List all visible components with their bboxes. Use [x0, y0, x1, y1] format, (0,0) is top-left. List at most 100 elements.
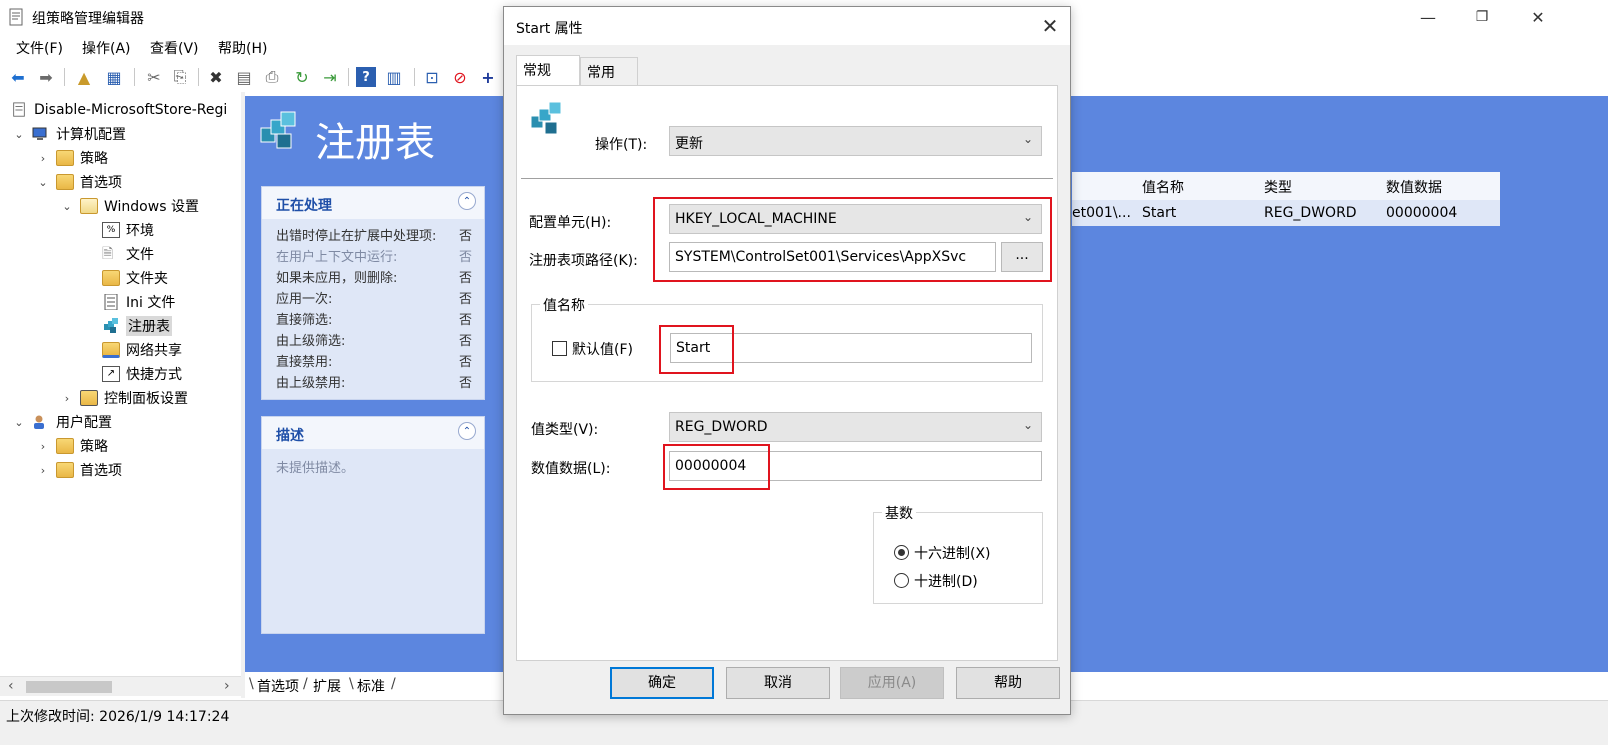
tab-extended[interactable]: 扩展	[313, 676, 341, 696]
value-data-label: 数值数据(L):	[531, 461, 611, 477]
tree-computer-config[interactable]: ⌄ 计算机配置	[12, 122, 126, 146]
action-dropdown[interactable]: 更新 ⌄	[669, 126, 1042, 156]
tree-user-config-label: 用户配置	[56, 415, 112, 431]
chevron-right-icon[interactable]: ›	[36, 440, 50, 453]
list-cell-data: 00000004	[1386, 205, 1458, 221]
tree-root[interactable]: Disable-MicrosoftStore-Regi	[10, 98, 227, 122]
tree-preferences[interactable]: ⌄ 首选项	[36, 170, 122, 194]
chevron-right-icon[interactable]: ›	[36, 152, 50, 165]
tree-folders[interactable]: 文件夹	[102, 266, 168, 290]
open-folder-icon	[80, 198, 98, 214]
apply-button[interactable]: 应用(A)	[840, 667, 944, 699]
cancel-button[interactable]: 取消	[726, 667, 830, 699]
properties-icon[interactable]: ▤	[234, 67, 254, 87]
tree-files[interactable]: 🗎 文件	[102, 242, 154, 266]
processing-key: 直接禁用:	[276, 355, 333, 370]
cut-icon[interactable]: ✂	[144, 67, 164, 87]
tree-policies[interactable]: › 策略	[36, 146, 108, 170]
up-folder-icon[interactable]: ▲	[74, 67, 94, 87]
tree-ini-files[interactable]: Ini 文件	[102, 290, 175, 314]
chevron-down-icon: ⌄	[1022, 418, 1033, 432]
list-header: 值名称 类型 数值数据	[1072, 172, 1500, 200]
copy-icon[interactable]: ⎘	[170, 67, 190, 87]
dialog-close-icon[interactable]: ✕	[1036, 12, 1064, 40]
new-item-icon[interactable]: ⊡	[422, 67, 442, 87]
collapse-icon[interactable]: ⌃	[458, 422, 476, 440]
export-icon[interactable]: ⇥	[320, 67, 340, 87]
restore-button[interactable]: ❐	[1462, 4, 1502, 30]
chevron-down-icon[interactable]: ⌄	[12, 128, 26, 141]
user-icon	[34, 415, 44, 429]
ok-button[interactable]: 确定	[610, 667, 714, 699]
show-hide-tree-icon[interactable]: ▦	[104, 67, 124, 87]
help-icon[interactable]: ?	[356, 67, 376, 87]
back-icon[interactable]: ⬅	[8, 67, 28, 87]
hex-radio[interactable]	[894, 545, 909, 560]
tree-user-policies[interactable]: › 策略	[36, 434, 108, 458]
tree-environment[interactable]: % 环境	[102, 218, 154, 242]
chevron-down-icon[interactable]: ⌄	[60, 200, 74, 213]
dialog-titlebar: Start 属性 ✕	[504, 7, 1070, 45]
column-header-type[interactable]: 类型	[1264, 177, 1292, 197]
print-icon[interactable]: ⎙	[262, 67, 282, 87]
stop-icon[interactable]: ⊘	[450, 67, 470, 87]
processing-row: 应用一次: 否	[276, 288, 478, 308]
menu-action[interactable]: 操作(A)	[82, 38, 131, 58]
environment-icon: %	[102, 222, 120, 238]
menu-file[interactable]: 文件(F)	[16, 38, 63, 58]
value-type-dropdown[interactable]: REG_DWORD ⌄	[669, 412, 1042, 442]
processing-row: 直接禁用: 否	[276, 351, 478, 371]
folders-icon	[102, 270, 120, 286]
divider	[521, 178, 1053, 179]
chevron-down-icon[interactable]: ⌄	[36, 176, 50, 189]
decimal-radio[interactable]	[894, 573, 909, 588]
column-header-data[interactable]: 数值数据	[1386, 177, 1442, 197]
tree-horizontal-scrollbar[interactable]: ‹ ›	[0, 676, 241, 696]
description-card: 描述 ⌃ 未提供描述。	[261, 416, 485, 634]
base-group: 基数 十六进制(X) 十进制(D)	[873, 503, 1043, 604]
forward-icon[interactable]: ➡	[36, 67, 56, 87]
scroll-thumb[interactable]	[26, 681, 112, 693]
registry-item-icon	[530, 101, 562, 135]
menu-help[interactable]: 帮助(H)	[218, 38, 267, 58]
scroll-right-icon[interactable]: ›	[224, 678, 230, 694]
default-value-label: 默认值(F)	[572, 342, 633, 358]
minimize-button[interactable]: —	[1408, 4, 1448, 30]
tree-network-shares[interactable]: 网络共享	[102, 338, 182, 362]
default-value-checkbox[interactable]	[552, 341, 567, 356]
chevron-right-icon[interactable]: ›	[36, 464, 50, 477]
chevron-down-icon: ⌄	[1022, 132, 1033, 146]
console-tree: Disable-MicrosoftStore-Regi ⌄ 计算机配置 › 策略…	[0, 98, 241, 676]
add-icon[interactable]: +	[478, 67, 498, 87]
tab-common[interactable]: 常用	[580, 57, 638, 85]
processing-key: 直接筛选:	[276, 313, 333, 328]
chevron-down-icon[interactable]: ⌄	[12, 416, 26, 429]
close-button[interactable]: ✕	[1518, 4, 1558, 30]
scroll-left-icon[interactable]: ‹	[8, 678, 14, 694]
registry-large-icon	[260, 111, 296, 149]
tree-policies-label: 策略	[80, 151, 108, 167]
help-button[interactable]: 帮助	[956, 667, 1060, 699]
refresh-icon[interactable]: ↻	[292, 67, 312, 87]
tree-user-config[interactable]: ⌄ 用户配置	[12, 410, 112, 434]
last-modified-text: 上次修改时间: 2026/1/9 14:17:24	[6, 709, 230, 725]
processing-row: 由上级禁用: 否	[276, 372, 478, 392]
delete-icon[interactable]: ✖	[206, 67, 226, 87]
action-pane-icon[interactable]: ▥	[384, 67, 404, 87]
collapse-icon[interactable]: ⌃	[458, 192, 476, 210]
list-item[interactable]: et001\... Start REG_DWORD 00000004	[1072, 200, 1500, 226]
tree-windows-settings[interactable]: ⌄ Windows 设置	[60, 194, 199, 218]
tab-preferences[interactable]: 首选项	[257, 676, 299, 696]
tree-registry[interactable]: 注册表	[102, 314, 172, 338]
tree-shortcuts[interactable]: ↗ 快捷方式	[102, 362, 182, 386]
gpo-icon	[13, 102, 25, 117]
chevron-right-icon[interactable]: ›	[60, 392, 74, 405]
column-header-name[interactable]: 值名称	[1142, 177, 1184, 197]
tab-general[interactable]: 常规	[516, 55, 580, 86]
tree-user-preferences[interactable]: › 首选项	[36, 458, 122, 482]
value-name-group: 值名称 默认值(F) Start	[531, 295, 1043, 382]
tree-control-panel[interactable]: › 控制面板设置	[60, 386, 188, 410]
menu-view[interactable]: 查看(V)	[150, 38, 199, 58]
tab-standard[interactable]: 标准	[357, 676, 385, 696]
processing-header: 正在处理 ⌃	[262, 187, 484, 219]
